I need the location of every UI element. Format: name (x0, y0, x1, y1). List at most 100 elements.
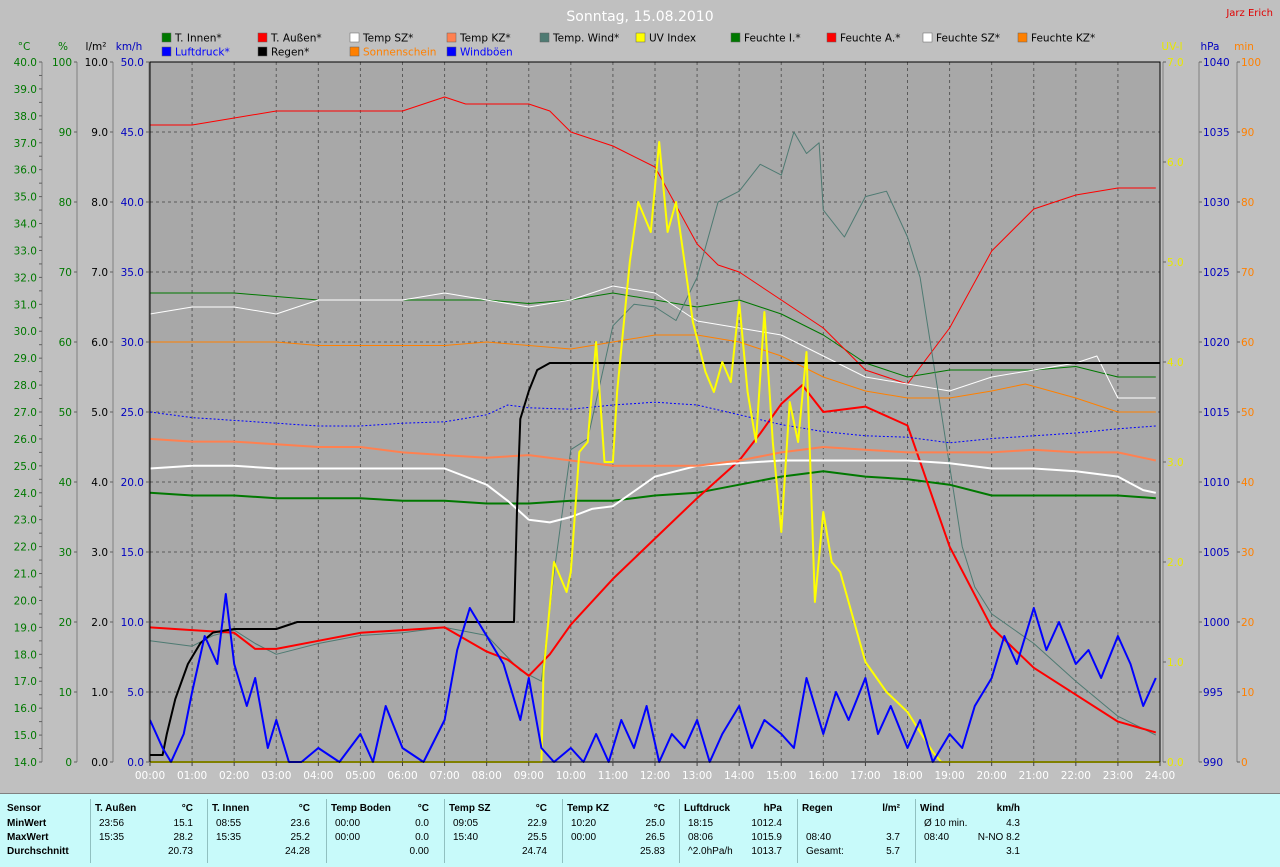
x-tick-label: 07:00 (429, 770, 459, 782)
legend-label: Feuchte I.* (744, 33, 801, 45)
axis-tick-label: 1035 (1203, 127, 1230, 139)
axis-tick-label: 20 (59, 617, 72, 629)
stats-time: Ø 10 min. (924, 818, 968, 829)
axis-unit-rain: l/m² (86, 41, 107, 53)
axis-tick-label: 37.0 (14, 138, 37, 150)
axis-tick-label: 16.0 (14, 703, 37, 715)
axis-tick-label: 50 (1241, 407, 1254, 419)
stats-value: 25.83 (639, 846, 665, 857)
x-tick-label: 12:00 (640, 770, 670, 782)
axis-tick-label: 1.0 (91, 687, 108, 699)
stats-value: 1013.7 (751, 846, 782, 857)
stats-value: 1015.9 (751, 832, 782, 843)
axis-tick-label: 9.0 (91, 127, 108, 139)
x-tick-label: 22:00 (1061, 770, 1091, 782)
x-tick-label: 13:00 (682, 770, 712, 782)
axis-tick-label: 10 (59, 687, 72, 699)
stats-time: 15:35 (216, 832, 242, 843)
axis-tick-label: 17.0 (14, 676, 37, 688)
axis-tick-label: 23.0 (14, 515, 37, 527)
stats-unit: °C (417, 803, 429, 814)
axis-tick-label: 34.0 (14, 219, 37, 231)
axis-tick-label: 40 (59, 477, 72, 489)
stats-unit: km/h (996, 803, 1020, 814)
stats-time: 09:05 (453, 818, 479, 829)
x-tick-label: 18:00 (892, 770, 922, 782)
x-tick-label: 16:00 (808, 770, 838, 782)
stats-time: 08:40 (924, 832, 950, 843)
legend-label: Feuchte A.* (840, 33, 901, 45)
legend-label: Feuchte KZ* (1031, 33, 1095, 45)
stats-value: 25.5 (527, 832, 547, 843)
axis-tick-label: 8.0 (91, 197, 108, 209)
x-tick-label: 08:00 (472, 770, 502, 782)
axis-tick-label: 0.0 (127, 757, 144, 769)
axis-tick-label: 0.0 (91, 757, 108, 769)
axis-tick-label: 80 (1241, 197, 1254, 209)
stats-column-divider (207, 799, 208, 863)
stats-time: 18:15 (688, 818, 714, 829)
stats-value: 15.1 (173, 818, 193, 829)
axis-tick-label: 1030 (1203, 197, 1230, 209)
axis-tick-label: 50 (59, 407, 72, 419)
axis-tick-label: 5.0 (1167, 257, 1184, 269)
axis-tick-label: 1005 (1203, 547, 1230, 559)
stats-column-divider (915, 799, 916, 863)
stats-header-t-innen: T. Innen (212, 803, 250, 814)
x-tick-label: 04:00 (303, 770, 333, 782)
axis-tick-label: 40 (1241, 477, 1254, 489)
axis-tick-label: 995 (1203, 687, 1223, 699)
stats-row-label: MaxWert (7, 832, 49, 843)
stats-unit: °C (653, 803, 665, 814)
stats-header-temp-sz: Temp SZ (449, 803, 491, 814)
axis-tick-label: 10.0 (85, 57, 108, 69)
legend-label: Feuchte SZ* (936, 33, 1000, 45)
axis-tick-label: 38.0 (14, 111, 37, 123)
axis-tick-label: 45.0 (121, 127, 144, 139)
legend-label: T. Außen* (270, 33, 322, 45)
axis-tick-label: 1025 (1203, 267, 1230, 279)
legend-label: Temp KZ* (459, 33, 511, 45)
x-tick-label: 23:00 (1103, 770, 1133, 782)
legend-swatch (635, 32, 646, 43)
x-tick-label: 20:00 (977, 770, 1007, 782)
axis-tick-label: 22.0 (14, 542, 37, 554)
stats-value: 25.2 (290, 832, 310, 843)
legend-swatch (730, 32, 741, 43)
axis-tick-label: 20.0 (14, 595, 37, 607)
stats-value: 25.0 (645, 818, 665, 829)
stats-value: 24.28 (284, 846, 310, 857)
axis-unit-wind: km/h (116, 41, 143, 53)
x-tick-label: 00:00 (135, 770, 165, 782)
x-tick-label: 09:00 (514, 770, 544, 782)
axis-tick-label: 0 (65, 757, 72, 769)
stats-unit: °C (535, 803, 547, 814)
stats-column-divider (444, 799, 445, 863)
legend-label: Temp. Wind* (552, 33, 619, 45)
legend-swatch (257, 32, 268, 43)
axis-tick-label: 30.0 (14, 326, 37, 338)
axis-tick-label: 18.0 (14, 649, 37, 661)
legend-label: UV Index (649, 33, 696, 45)
stats-unit: l/m² (882, 803, 900, 814)
axis-tick-label: 35.0 (14, 192, 37, 204)
stats-time: 23:56 (99, 818, 125, 829)
stats-column-divider (797, 799, 798, 863)
axis-tick-label: 14.0 (14, 757, 37, 769)
legend-label: T. Innen* (174, 33, 222, 45)
stats-value: 0.0 (415, 832, 429, 843)
axis-unit-hum: % (58, 41, 68, 53)
axis-tick-label: 2.0 (91, 617, 108, 629)
axis-tick-label: 70 (1241, 267, 1254, 279)
legend-label: Windböen (460, 47, 513, 59)
stats-value: 3.7 (886, 832, 900, 843)
x-tick-label: 21:00 (1019, 770, 1049, 782)
stats-column-divider (90, 799, 91, 863)
stats-time: Gesamt: (806, 846, 844, 857)
axis-tick-label: 21.0 (14, 569, 37, 581)
axis-tick-label: 19.0 (14, 622, 37, 634)
legend-swatch (1017, 32, 1028, 43)
axis-tick-label: 50.0 (121, 57, 144, 69)
axis-unit-sun: min (1234, 41, 1254, 53)
axis-tick-label: 1040 (1203, 57, 1230, 69)
